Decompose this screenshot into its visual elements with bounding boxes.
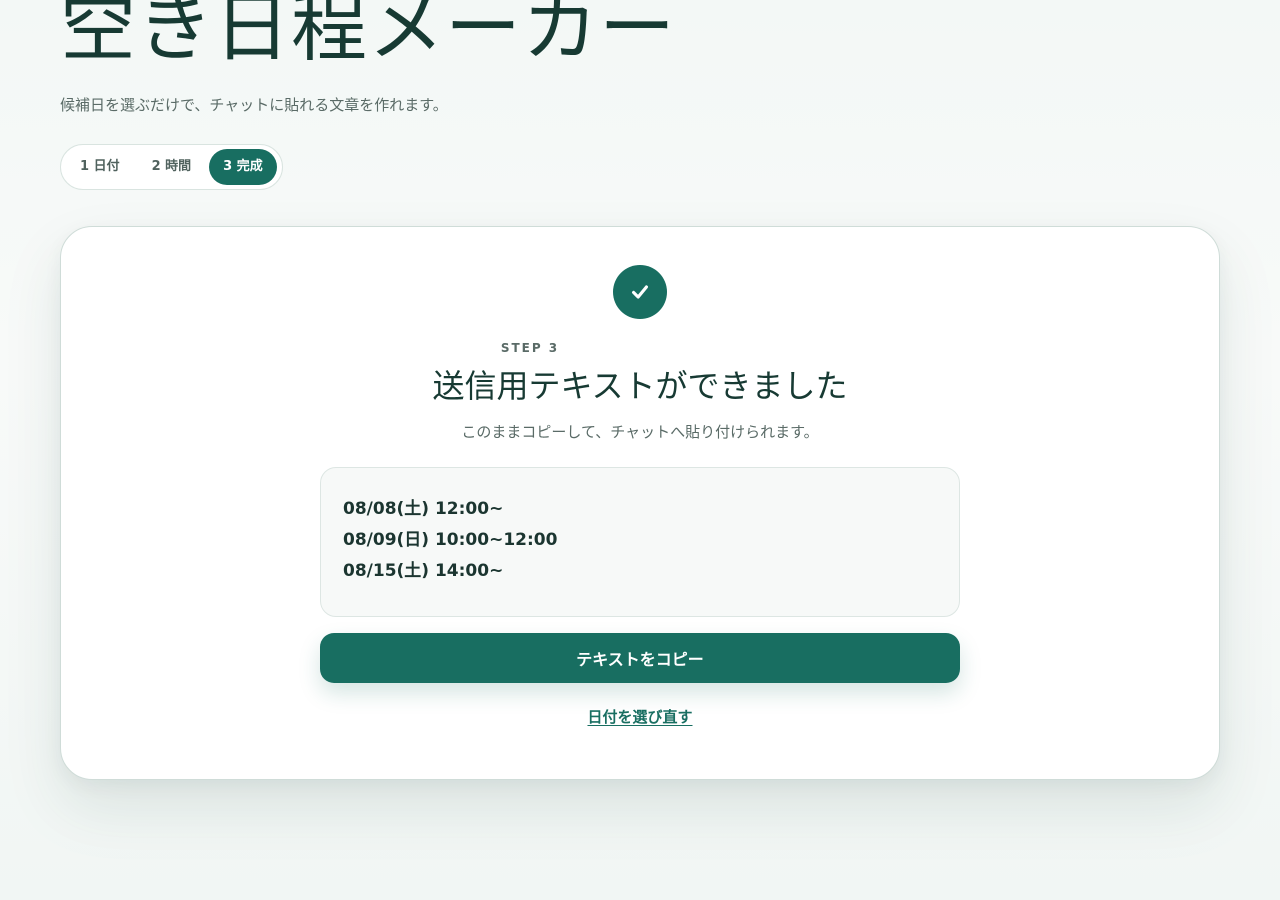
app-title: 空き日程メーカー — [60, 0, 676, 72]
step-label: STEP 3 — [500, 341, 560, 355]
copy-text-button[interactable]: テキストをコピー — [320, 633, 960, 683]
schedule-line: 08/09(日) 10:00~12:00 — [343, 530, 558, 550]
step-date[interactable]: 1 日付 — [66, 149, 134, 185]
app-subtitle: 候補日を選ぶだけで、チャットに貼れる文章を作れます。 — [60, 96, 448, 114]
result-card: STEP 3 送信用テキストができました このままコピーして、チャットへ貼り付け… — [60, 226, 1220, 780]
schedule-line: 08/15(土) 14:00~ — [343, 561, 504, 581]
success-badge — [613, 265, 667, 319]
generated-text-box[interactable]: 08/08(土) 12:00~ 08/09(日) 10:00~12:00 08/… — [320, 467, 960, 617]
reselect-dates-link[interactable]: 日付を選び直す — [587, 708, 692, 726]
step-time[interactable]: 2 時間 — [138, 149, 206, 185]
result-title: 送信用テキストができました — [432, 367, 848, 405]
reselect-dates-row: 日付を選び直す — [61, 706, 1219, 727]
result-description: このままコピーして、チャットへ貼り付けられます。 — [461, 423, 819, 441]
schedule-line: 08/08(土) 12:00~ — [343, 499, 504, 519]
check-icon — [632, 285, 648, 299]
step-indicator: 1 日付 2 時間 3 完成 — [60, 144, 283, 190]
step-complete[interactable]: 3 完成 — [209, 149, 277, 185]
